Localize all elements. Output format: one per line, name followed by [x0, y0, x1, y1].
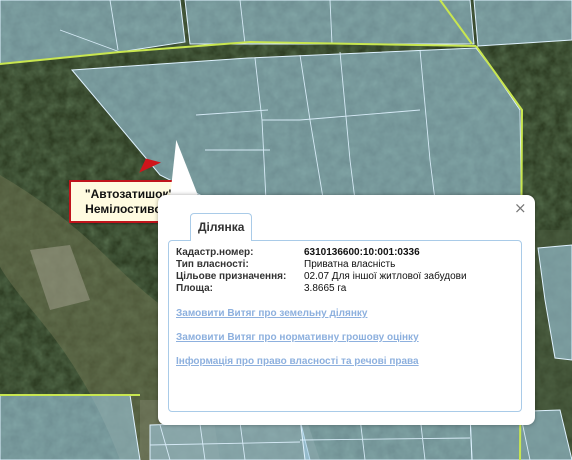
attribute-label: Цільове призначення:	[176, 271, 287, 282]
parcel-details-panel: Кадастр.номер: 6310136600:10:001:0336 Ти…	[168, 240, 522, 412]
attribute-row-cadastral-number: Кадастр.номер: 6310136600:10:001:0336	[176, 247, 467, 259]
attribute-row-ownership-type: Тип власності: Приватна власність	[176, 259, 467, 271]
tab-parcel[interactable]: Ділянка	[190, 213, 253, 241]
order-valuation-extract-link[interactable]: Замовити Витяг про нормативну грошову оц…	[176, 332, 419, 343]
ownership-type-value: Приватна власність	[304, 259, 396, 270]
attribute-row-purpose: Цільове призначення: 02.07 Для іншої жит…	[176, 271, 467, 283]
attribute-label: Площа:	[176, 283, 213, 294]
attribute-label: Тип власності:	[176, 259, 249, 270]
cadastral-number-value: 6310136600:10:001:0336	[304, 247, 420, 258]
attribute-label: Кадастр.номер:	[176, 247, 254, 258]
parcel-info-popup: × Ділянка Кадастр.номер: 6310136600:10:0…	[158, 195, 535, 425]
area-value: 3.8665 га	[304, 283, 347, 294]
parcel-attributes: Кадастр.номер: 6310136600:10:001:0336 Ти…	[176, 247, 467, 295]
purpose-value: 02.07 Для іншої житлової забудови	[304, 271, 467, 282]
close-icon[interactable]: ×	[514, 201, 527, 216]
order-land-extract-link[interactable]: Замовити Витяг про земельну ділянку	[176, 308, 367, 319]
ownership-rights-info-link[interactable]: Інформація про право власності та речові…	[176, 356, 419, 367]
attribute-row-area: Площа: 3.8665 га	[176, 283, 467, 295]
